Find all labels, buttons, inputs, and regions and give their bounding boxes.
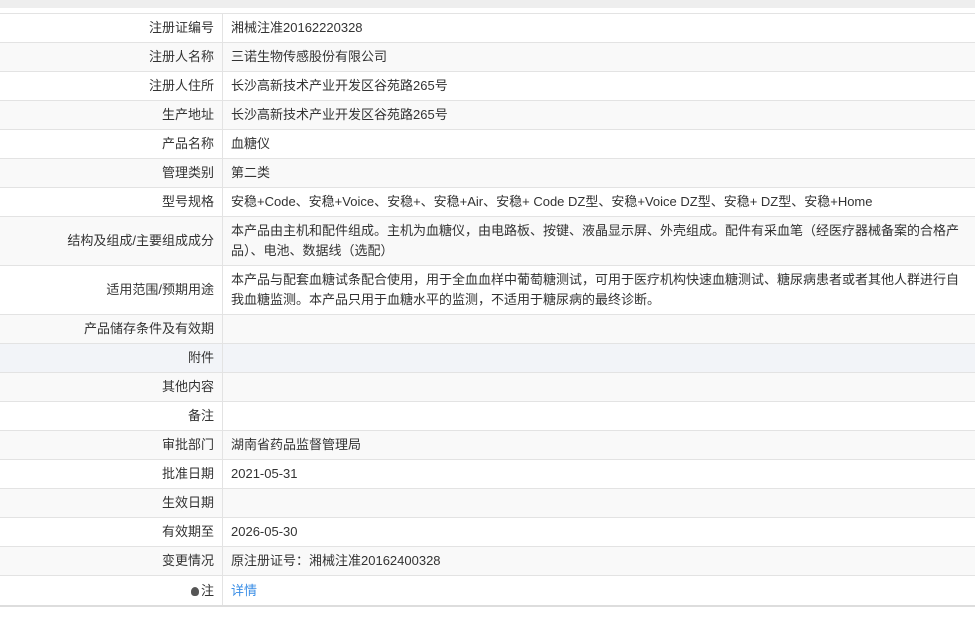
row-value: 三诺生物传感股份有限公司 [222,42,975,72]
row-label: 变更情况 [0,546,223,576]
row-value: 2026-05-30 [222,517,975,547]
lightbulb-icon [190,586,199,596]
row-label: 有效期至 [0,517,223,547]
table-row: 产品储存条件及有效期 [0,314,975,344]
row-label: 型号规格 [0,187,223,217]
table-row: 审批部门 湖南省药品监督管理局 [0,430,975,460]
row-value: 第二类 [222,158,975,188]
row-label: 审批部门 [0,430,223,460]
row-label: 产品名称 [0,129,223,159]
row-label: 批准日期 [0,459,223,489]
row-value [222,343,975,373]
row-label: 结构及组成/主要组成成分 [0,216,223,266]
row-label: 适用范围/预期用途 [0,265,223,315]
table-row: 产品名称 血糖仪 [0,129,975,159]
top-bar [0,0,975,8]
table-row: 备注 [0,401,975,431]
row-value: 湘械注准20162220328 [222,13,975,43]
table-row: 结构及组成/主要组成成分 本产品由主机和配件组成。主机为血糖仪，由电路板、按键、液… [0,216,975,266]
note-label-cell: 注 [0,575,223,606]
table-row: 注册人名称 三诺生物传感股份有限公司 [0,42,975,72]
row-label: 生效日期 [0,488,223,518]
row-label: 生产地址 [0,100,223,130]
table-row: 型号规格 安稳+Code、安稳+Voice、安稳+、安稳+Air、安稳+ Code… [0,187,975,217]
row-value: 本产品由主机和配件组成。主机为血糖仪，由电路板、按键、液晶显示屏、外壳组成。配件… [222,216,975,266]
row-label: 产品储存条件及有效期 [0,314,223,344]
table-row: 变更情况 原注册证号：湘械注准20162400328 [0,546,975,576]
table-row: 适用范围/预期用途 本产品与配套血糖试条配合使用，用于全血血样中葡萄糖测试，可用于… [0,265,975,315]
row-value: 湖南省药品监督管理局 [222,430,975,460]
row-value: 2021-05-31 [222,459,975,489]
table-row: 附件 [0,343,975,373]
registration-detail-table: 注册证编号 湘械注准20162220328 注册人名称 三诺生物传感股份有限公司 注册人… [0,13,975,607]
table-row: 生效日期 [0,488,975,518]
row-value [222,488,975,518]
note-label: 注 [200,582,214,598]
details-link[interactable]: 详情 [231,583,257,598]
table-row: 注册证编号 湘械注准20162220328 [0,13,975,43]
note-value: 详情 [222,575,975,606]
row-value: 长沙高新技术产业开发区谷苑路265号 [222,71,975,101]
row-value [222,314,975,344]
table-row: 有效期至 2026-05-30 [0,517,975,547]
row-value [222,401,975,431]
row-value: 血糖仪 [222,129,975,159]
note-row: 注 详情 [0,575,975,606]
row-label: 注册证编号 [0,13,223,43]
row-label: 管理类别 [0,158,223,188]
row-label: 备注 [0,401,223,431]
row-label: 注册人名称 [0,42,223,72]
row-label: 其他内容 [0,372,223,402]
row-value: 安稳+Code、安稳+Voice、安稳+、安稳+Air、安稳+ Code DZ型… [222,187,975,217]
row-value [222,372,975,402]
row-label: 注册人住所 [0,71,223,101]
row-value: 本产品与配套血糖试条配合使用，用于全血血样中葡萄糖测试，可用于医疗机构快速血糖测… [222,265,975,315]
row-value: 原注册证号：湘械注准20162400328 [222,546,975,576]
table-row: 注册人住所 长沙高新技术产业开发区谷苑路265号 [0,71,975,101]
table-row: 管理类别 第二类 [0,158,975,188]
table-row: 批准日期 2021-05-31 [0,459,975,489]
row-label: 附件 [0,343,223,373]
table-row: 其他内容 [0,372,975,402]
table-row: 生产地址 长沙高新技术产业开发区谷苑路265号 [0,100,975,130]
row-value: 长沙高新技术产业开发区谷苑路265号 [222,100,975,130]
